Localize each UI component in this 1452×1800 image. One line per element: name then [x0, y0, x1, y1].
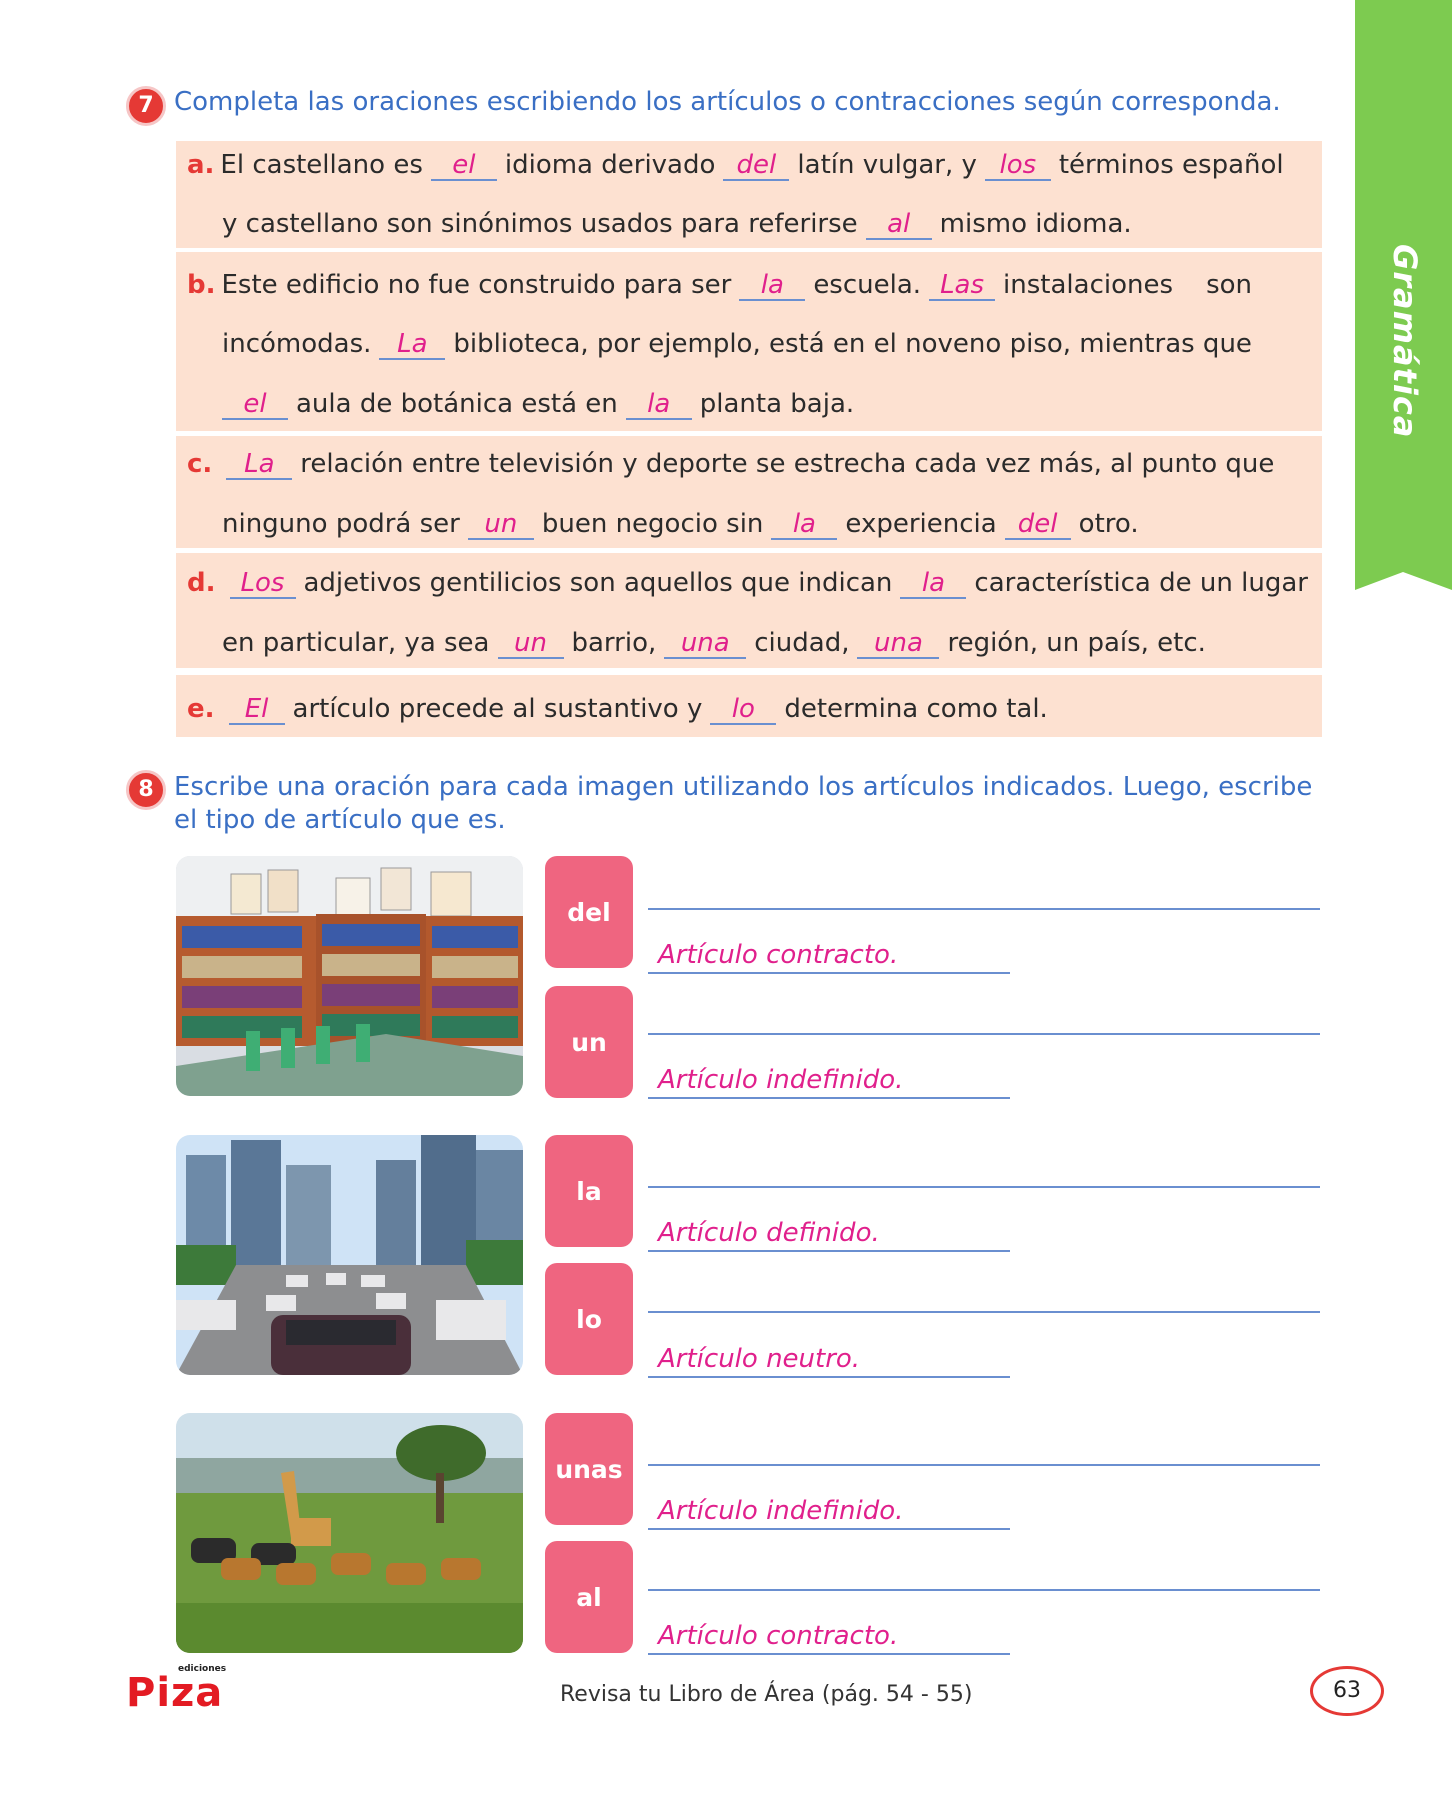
text: región, un país, etc. [947, 628, 1206, 658]
text: El castellano es [220, 150, 423, 180]
answer-line[interactable]: Artículo indefinido. [648, 1492, 1010, 1530]
answer-text: Artículo neutro. [658, 1344, 861, 1374]
answer-blank[interactable]: al [865, 210, 932, 240]
row-b-line-2: incómodas. La biblioteca, por ejemplo, est… [222, 329, 1252, 360]
answer-text: Artículo contracto. [658, 1621, 899, 1651]
sentence-line[interactable] [648, 1464, 1320, 1466]
row-e-line-1: e. El artículo precede al sustantivo y lo de… [187, 694, 1048, 725]
article-pill: lo [545, 1263, 633, 1375]
text: latín vulgar, y [797, 150, 977, 180]
text: incómodas. [222, 329, 372, 359]
side-tab-label: Gramática [1386, 244, 1424, 439]
row-a-line-2: y castellano son sinónimos usados para r… [222, 209, 1132, 240]
text: términos español [1058, 150, 1284, 180]
answer-text: Artículo indefinido. [658, 1496, 904, 1526]
answer-blank[interactable]: Las [929, 271, 996, 301]
text: en particular, ya sea [222, 628, 490, 658]
article-pill: unas [545, 1413, 633, 1525]
answer-line[interactable]: Artículo indefinido. [648, 1061, 1010, 1099]
text: artículo precede al sustantivo y [292, 694, 703, 724]
text: otro. [1078, 509, 1139, 539]
text: idioma derivado [504, 150, 716, 180]
text: ninguno podrá ser [222, 509, 460, 539]
answer-blank[interactable]: La [226, 450, 293, 480]
row-c-line-2: ninguno podrá ser un buen negocio sin la exp… [222, 509, 1139, 540]
text: adjetivos gentilicios son aquellos que i… [303, 568, 893, 598]
text: aula de botánica está en [296, 389, 618, 419]
answer-text: Artículo contracto. [658, 940, 899, 970]
exercise-8-instruction-line-1: Escribe una oración para cada imagen uti… [174, 772, 1313, 802]
sentence-line[interactable] [648, 1311, 1320, 1313]
text: ciudad, [754, 628, 850, 658]
row-letter: a. [187, 150, 215, 180]
article-pill: del [545, 856, 633, 968]
answer-blank[interactable]: Los [229, 569, 296, 599]
answer-text: Artículo definido. [658, 1218, 880, 1248]
answer-blank[interactable]: La [379, 330, 446, 360]
text: relación entre televisión y deporte se e… [300, 449, 1275, 479]
answer-line[interactable]: Artículo contracto. [648, 1617, 1010, 1655]
text: determina como tal. [784, 694, 1048, 724]
answer-blank[interactable]: el [430, 151, 497, 181]
row-letter: b. [187, 270, 216, 300]
answer-blank[interactable]: El [228, 695, 285, 725]
library-photo [176, 856, 523, 1096]
answer-blank[interactable]: un [497, 629, 564, 659]
row-b-line-1: b. Este edificio no fue construido para s… [187, 270, 1252, 301]
text: y castellano son sinónimos usados para r… [222, 209, 858, 239]
exercise-number-8: 8 [126, 770, 166, 810]
text: biblioteca, por ejemplo, está en el nove… [453, 329, 1252, 359]
exercise-7-instruction: Completa las oraciones escribiendo los a… [174, 87, 1281, 117]
text: característica de un lugar [974, 568, 1308, 598]
side-tab-notch [1355, 572, 1452, 590]
answer-blank[interactable]: los [984, 151, 1051, 181]
text: barrio, [571, 628, 657, 658]
row-d-line-1: d. Los adjetivos gentilicios son aquellos … [187, 568, 1308, 599]
answer-blank[interactable]: lo [710, 695, 777, 725]
answer-blank[interactable]: del [1004, 510, 1071, 540]
publisher-logo: ediciones Piza [126, 1664, 236, 1716]
exercise-number-7: 7 [126, 86, 166, 126]
article-pill: al [545, 1541, 633, 1653]
answer-blank[interactable]: una [664, 629, 747, 659]
answer-line[interactable]: Artículo contracto. [648, 936, 1010, 974]
answer-blank[interactable]: el [222, 390, 288, 420]
row-letter: c. [187, 449, 213, 479]
article-pill: la [545, 1135, 633, 1247]
answer-blank[interactable]: la [739, 271, 806, 301]
row-c-line-1: c. La relación entre televisión y deporte … [187, 449, 1274, 480]
answer-line[interactable]: Artículo neutro. [648, 1340, 1010, 1378]
text: buen negocio sin [541, 509, 764, 539]
text: instalaciones son [1003, 270, 1253, 300]
row-d-line-2: en particular, ya sea un barrio, una ciudad,… [222, 628, 1206, 659]
answer-blank[interactable]: la [900, 569, 967, 599]
article-pill: un [545, 986, 633, 1098]
city-traffic-photo [176, 1135, 523, 1375]
exercise-8-instruction-line-2: el tipo de artículo que es. [174, 805, 506, 835]
sentence-line[interactable] [648, 1186, 1320, 1188]
answer-blank[interactable]: la [771, 510, 838, 540]
row-a-line-1: a. El castellano es el idioma derivado del la… [187, 150, 1284, 181]
logo-main-text: Piza [126, 1670, 224, 1716]
sentence-line[interactable] [648, 1589, 1320, 1591]
book-reference: Revisa tu Libro de Área (pág. 54 - 55) [560, 1682, 973, 1707]
answer-blank[interactable]: un [467, 510, 534, 540]
savanna-photo [176, 1413, 523, 1653]
text: escuela. [813, 270, 922, 300]
answer-blank[interactable]: del [723, 151, 790, 181]
sentence-line[interactable] [648, 1033, 1320, 1035]
row-b-line-3: el aula de botánica está en la planta baja. [214, 389, 854, 420]
answer-text: Artículo indefinido. [658, 1065, 904, 1095]
text: mismo idioma. [939, 209, 1132, 239]
answer-blank[interactable]: una [857, 629, 940, 659]
text: planta baja. [699, 389, 855, 419]
row-letter: d. [187, 568, 216, 598]
text: experiencia [845, 509, 997, 539]
row-letter: e. [187, 694, 215, 724]
answer-line[interactable]: Artículo definido. [648, 1214, 1010, 1252]
page-number: 63 [1310, 1666, 1384, 1716]
text: Este edificio no fue construido para ser [221, 270, 732, 300]
sentence-line[interactable] [648, 908, 1320, 910]
answer-blank[interactable]: la [625, 390, 692, 420]
